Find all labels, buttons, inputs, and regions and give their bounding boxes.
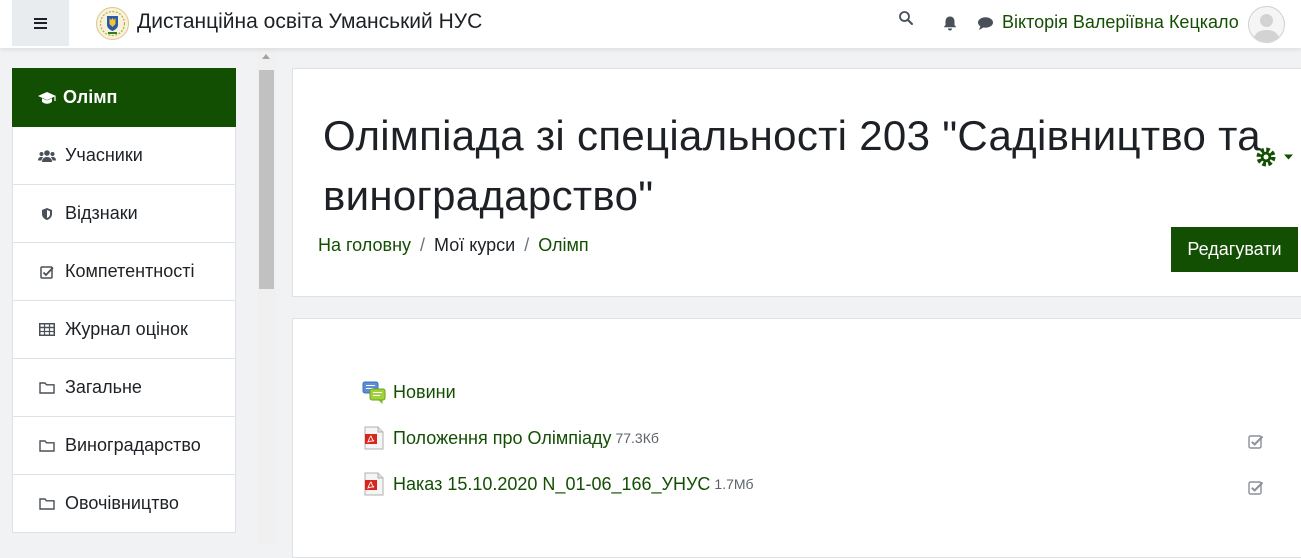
course-nav: Олімп Учасники Відзнаки Компетентності Ж… — [12, 68, 236, 533]
activity-item-news[interactable]: Новини — [362, 379, 456, 405]
course-settings-menu[interactable] — [1255, 146, 1301, 168]
file-size: 1.7Мб — [714, 476, 754, 492]
sidebar-item-vegetables[interactable]: Овочівництво — [12, 475, 236, 533]
file-size: 77.3Кб — [615, 430, 659, 446]
graduation-cap-icon — [37, 89, 57, 107]
edit-mode-button[interactable]: Редагувати — [1171, 227, 1298, 272]
top-navbar: Дистанційна освіта Уманський НУС Вікторі… — [0, 0, 1301, 48]
sidebar-item-label: Відзнаки — [65, 203, 138, 223]
breadcrumb-my-courses: Мої курси — [434, 235, 516, 255]
checkbox-icon — [38, 263, 56, 281]
completion-checkbox[interactable] — [1248, 480, 1264, 496]
nav-drawer: Олімп Учасники Відзнаки Компетентності Ж… — [0, 48, 276, 544]
users-icon — [38, 147, 56, 165]
activity-name[interactable]: Наказ 15.10.2020 N_01-06_166_УНУС — [393, 474, 710, 495]
breadcrumb-course-link[interactable]: Олімп — [538, 235, 588, 255]
breadcrumb-home-link[interactable]: На головну — [318, 235, 411, 255]
forum-icon — [362, 381, 386, 404]
sidebar-item-label: Журнал оцінок — [65, 319, 188, 339]
checkbox-checked-icon — [1248, 481, 1264, 495]
sidebar-item-olimp[interactable]: Олімп — [12, 68, 236, 127]
activity-name[interactable]: Новини — [393, 382, 456, 403]
course-content: Новини Положення про Олімпіаду 77.3Кб На… — [292, 318, 1301, 558]
checkbox-checked-icon — [1248, 435, 1264, 449]
scroll-up-arrow-icon[interactable] — [262, 54, 270, 59]
chat-icon[interactable] — [977, 16, 994, 31]
user-name-link[interactable]: Вікторія Валеріївна Кецкало — [1002, 12, 1239, 33]
pdf-file-icon — [364, 472, 384, 496]
sidebar-item-badges[interactable]: Відзнаки — [12, 185, 236, 243]
scrollbar-thumb[interactable] — [259, 70, 274, 289]
sidebar-item-label: Учасники — [65, 145, 143, 165]
sidebar-item-viticulture[interactable]: Виноградарство — [12, 417, 236, 475]
caret-down-icon — [1284, 154, 1293, 160]
activity-name[interactable]: Положення про Олімпіаду — [393, 428, 611, 449]
folder-icon — [38, 379, 56, 397]
activity-item-order[interactable]: Наказ 15.10.2020 N_01-06_166_УНУС 1.7Мб — [362, 471, 754, 497]
sidebar-item-label: Виноградарство — [65, 435, 201, 455]
page-title: Олімпіада зі спеціальності 203 "Садівниц… — [323, 112, 1261, 219]
site-title[interactable]: Дистанційна освіта Уманський НУС — [137, 10, 482, 34]
sidebar-item-gradebook[interactable]: Журнал оцінок — [12, 301, 236, 359]
completion-checkbox[interactable] — [1248, 434, 1264, 450]
breadcrumb-separator: / — [420, 235, 426, 255]
search-icon[interactable] — [898, 10, 914, 26]
sidebar-item-label: Загальне — [65, 377, 142, 397]
user-placeholder-icon — [1253, 14, 1280, 42]
folder-icon — [38, 437, 56, 455]
sidebar-item-general[interactable]: Загальне — [12, 359, 236, 417]
shield-icon — [38, 205, 56, 223]
folder-icon — [38, 495, 56, 513]
bell-icon[interactable] — [942, 15, 958, 32]
sidebar-item-label: Овочівництво — [65, 493, 179, 513]
breadcrumb-separator: / — [524, 235, 530, 255]
activity-item-regulation[interactable]: Положення про Олімпіаду 77.3Кб — [362, 425, 659, 451]
menu-icon — [34, 17, 47, 29]
university-logo[interactable] — [96, 7, 129, 40]
user-avatar[interactable] — [1248, 6, 1285, 43]
sidebar-item-competencies[interactable]: Компетентності — [12, 243, 236, 301]
gear-icon — [1256, 147, 1276, 167]
menu-toggle-button[interactable] — [12, 0, 69, 46]
page-header: Олімпіада зі спеціальності 203 "Садівниц… — [292, 68, 1301, 297]
drawer-scrollbar[interactable] — [257, 48, 276, 544]
breadcrumb: На головну / Мої курси / Олімп — [318, 235, 589, 256]
sidebar-item-participants[interactable]: Учасники — [12, 127, 236, 185]
sidebar-item-label: Компетентності — [65, 261, 195, 281]
table-icon — [38, 321, 56, 339]
sidebar-item-label: Олімп — [63, 87, 118, 107]
pdf-file-icon — [364, 426, 384, 450]
